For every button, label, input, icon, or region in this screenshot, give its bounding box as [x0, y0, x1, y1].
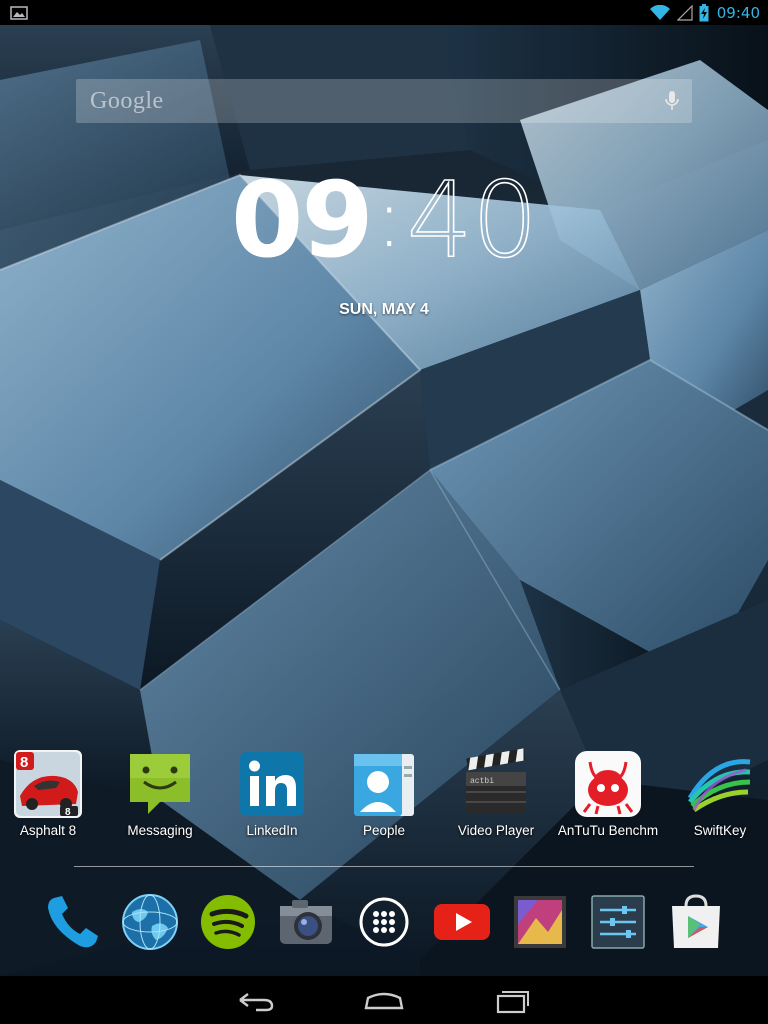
spotify-icon[interactable]: [196, 890, 260, 954]
home-icon[interactable]: [360, 986, 408, 1014]
favorites-dock: [0, 890, 768, 960]
app-messaging[interactable]: Messaging: [104, 748, 216, 838]
app-people[interactable]: People: [328, 748, 440, 838]
app-linkedin[interactable]: LinkedIn: [216, 748, 328, 838]
wallpaper: [0, 0, 768, 1024]
svg-text:8: 8: [65, 807, 71, 818]
all-apps-icon[interactable]: [352, 890, 416, 954]
microphone-icon[interactable]: [664, 89, 680, 113]
clock-hour: 09: [230, 159, 374, 281]
svg-text:actbi: actbi: [470, 777, 494, 786]
status-time: 09:40: [716, 3, 760, 22]
app-label: AnTuTu Benchm: [557, 823, 659, 838]
youtube-icon[interactable]: [430, 890, 494, 954]
linkedin-icon: [240, 752, 304, 816]
navigation-bar: [0, 976, 768, 1024]
google-logo[interactable]: Google: [90, 88, 164, 115]
signal-icon: [676, 4, 693, 21]
phone-icon[interactable]: [40, 890, 104, 954]
clock-separator: :: [375, 172, 403, 265]
antutu-icon: [575, 751, 641, 817]
play-store-icon[interactable]: [664, 890, 728, 954]
image-notification-icon[interactable]: [10, 5, 28, 20]
browser-globe-icon[interactable]: [118, 890, 182, 954]
app-label: SwiftKey: [693, 823, 747, 838]
app-label: Messaging: [127, 823, 193, 838]
app-label: Asphalt 8: [19, 823, 77, 838]
app-swiftkey[interactable]: SwiftKey: [664, 748, 768, 838]
swiftkey-icon: [687, 759, 751, 813]
google-search-bar[interactable]: Google: [76, 79, 692, 123]
app-label: LinkedIn: [246, 823, 298, 838]
people-icon: [354, 754, 414, 816]
recent-apps-icon[interactable]: [488, 986, 536, 1014]
app-asphalt-8[interactable]: 8 8 Asphalt 8: [0, 748, 104, 838]
clock-widget[interactable]: 09:40: [0, 167, 768, 273]
dock-divider: [74, 866, 694, 867]
app-label: People: [362, 823, 406, 838]
status-bar: 09:40: [0, 0, 768, 25]
clock-minute: 40: [406, 159, 539, 281]
messaging-icon: [130, 754, 190, 814]
video-player-icon: actbi: [466, 748, 526, 814]
app-label: Video Player: [457, 823, 535, 838]
app-video-player[interactable]: actbi Video Player: [440, 748, 552, 838]
camera-icon[interactable]: [274, 890, 338, 954]
battery-charging-icon: [699, 3, 709, 21]
home-apps-row: 8 8 Asphalt 8 Messaging LinkedIn People …: [0, 748, 768, 848]
asphalt-8-icon: 8 8: [14, 750, 82, 818]
gallery-icon[interactable]: [508, 890, 572, 954]
settings-icon[interactable]: [586, 890, 650, 954]
back-icon[interactable]: [232, 986, 280, 1014]
wifi-icon: [649, 4, 670, 20]
app-antutu[interactable]: AnTuTu Benchm: [552, 748, 664, 838]
clock-date: SUN, MAY 4: [339, 301, 429, 318]
svg-text:8: 8: [20, 754, 28, 771]
